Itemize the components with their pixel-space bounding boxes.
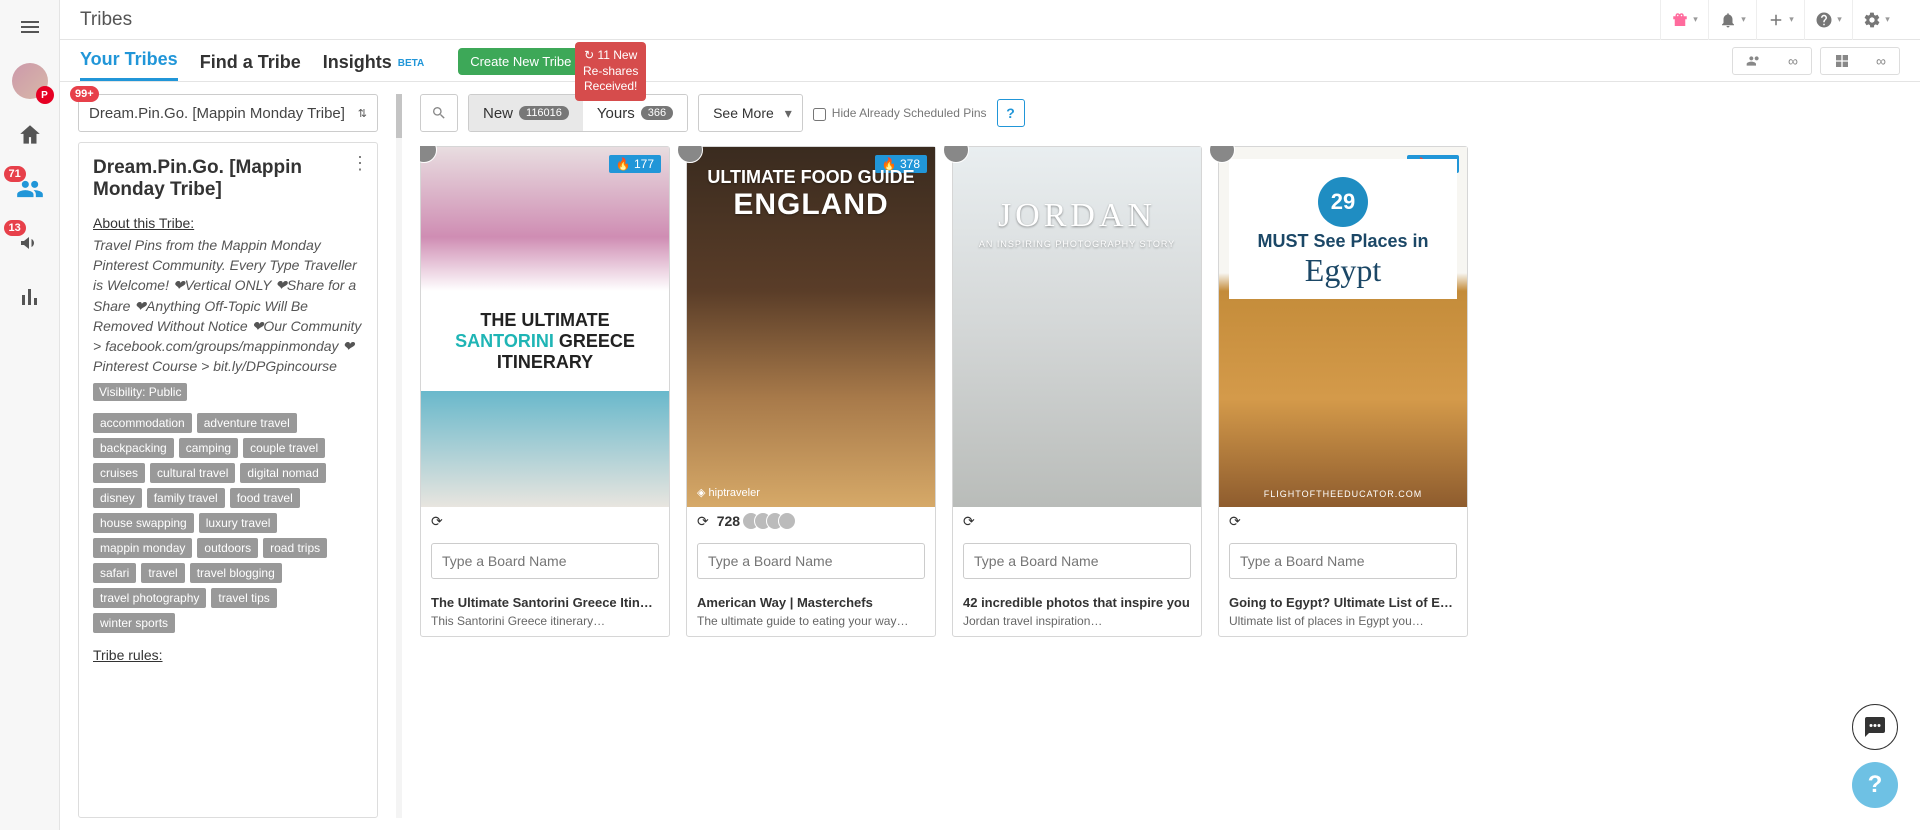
- bell-icon[interactable]: ▾: [1708, 0, 1756, 40]
- menu-icon[interactable]: [0, 6, 60, 48]
- pin-image[interactable]: 🔥 21729MUST See Places inEgyptFLIGHTOFTH…: [1219, 147, 1467, 507]
- board-name-input[interactable]: [697, 543, 925, 579]
- nav-announce[interactable]: 13: [0, 222, 60, 264]
- tag[interactable]: disney: [93, 488, 142, 508]
- tag[interactable]: backpacking: [93, 438, 174, 458]
- pin-cards: 🔥 177THE ULTIMATESANTORINI GREECEITINERA…: [420, 146, 1902, 637]
- board-name-input[interactable]: [431, 543, 659, 579]
- search-icon[interactable]: [420, 94, 458, 132]
- people-icon: [1746, 53, 1762, 69]
- tab-bar: Your Tribes Find a Tribe Insights BETA C…: [60, 40, 1920, 82]
- pin-image[interactable]: 🔥 378ULTIMATE FOOD GUIDEENGLAND◈ hiptrav…: [687, 147, 935, 507]
- scrollbar[interactable]: [396, 94, 402, 818]
- tag-list: accommodationadventure travel backpacking…: [93, 413, 363, 633]
- tag[interactable]: couple travel: [243, 438, 325, 458]
- tribes-count-badge: 71: [4, 166, 26, 182]
- board-name-input[interactable]: [1229, 543, 1457, 579]
- filter-new[interactable]: New116016: [469, 95, 583, 131]
- heat-badge: 🔥 177: [609, 155, 661, 173]
- tag[interactable]: family travel: [147, 488, 225, 508]
- pin-title: 42 incredible photos that inspire you: [963, 595, 1191, 610]
- visibility-badge: Visibility: Public: [93, 383, 187, 401]
- pin-image[interactable]: JORDANAN INSPIRING PHOTOGRAPHY STORY: [953, 147, 1201, 507]
- tribe-select[interactable]: 99+ Dream.Pin.Go. [Mappin Monday Tribe] …: [78, 94, 378, 132]
- refresh-icon: ⟳: [1229, 513, 1241, 530]
- rules-header: Tribe rules:: [93, 647, 363, 663]
- tab-insights[interactable]: Insights: [323, 52, 392, 81]
- tag[interactable]: travel: [141, 563, 184, 583]
- pin-image[interactable]: 🔥 177THE ULTIMATESANTORINI GREECEITINERA…: [421, 147, 669, 507]
- more-options-icon[interactable]: ⋮: [351, 153, 369, 174]
- tag[interactable]: cruises: [93, 463, 145, 483]
- page-title: Tribes: [80, 9, 132, 31]
- tag[interactable]: house swapping: [93, 513, 194, 533]
- about-header: About this Tribe:: [93, 215, 363, 231]
- plus-icon[interactable]: ▾: [1756, 0, 1804, 40]
- stat-shares[interactable]: ∞: [1820, 47, 1900, 75]
- gift-icon[interactable]: ▾: [1660, 0, 1708, 40]
- pin-desc: Ultimate list of places in Egypt you…: [1229, 614, 1457, 628]
- help-icon[interactable]: ▾: [1804, 0, 1852, 40]
- refresh-icon: ⟳: [963, 513, 975, 530]
- announce-count-badge: 13: [4, 220, 26, 236]
- card-stats: ⟳728: [687, 507, 935, 535]
- tag[interactable]: outdoors: [197, 538, 258, 558]
- tab-your-tribes[interactable]: Your Tribes: [80, 49, 178, 81]
- nav-tribes[interactable]: 71: [0, 168, 60, 210]
- profile-avatar[interactable]: P: [0, 60, 60, 102]
- pin-title: American Way | Masterchefs: [697, 595, 925, 610]
- stat-members[interactable]: ∞: [1732, 47, 1812, 75]
- card-stats: ⟳: [421, 507, 669, 535]
- tag[interactable]: mappin monday: [93, 538, 192, 558]
- tag[interactable]: road trips: [263, 538, 327, 558]
- board-name-input[interactable]: [963, 543, 1191, 579]
- about-text: Travel Pins from the Mappin Monday Pinte…: [93, 235, 363, 377]
- tag[interactable]: safari: [93, 563, 136, 583]
- tab-find-tribe[interactable]: Find a Tribe: [200, 52, 301, 81]
- card-stats: ⟳: [953, 507, 1201, 535]
- pin-card: JORDANAN INSPIRING PHOTOGRAPHY STORY ⟳ 42 …: [952, 146, 1202, 637]
- help-button[interactable]: ?: [997, 99, 1025, 127]
- tag[interactable]: digital nomad: [240, 463, 325, 483]
- tag[interactable]: winter sports: [93, 613, 175, 633]
- tag[interactable]: camping: [179, 438, 238, 458]
- beta-label: BETA: [398, 58, 424, 69]
- refresh-icon: ⟳: [431, 513, 443, 530]
- tag[interactable]: travel blogging: [190, 563, 282, 583]
- tag[interactable]: travel tips: [211, 588, 276, 608]
- hide-scheduled-checkbox[interactable]: Hide Already Scheduled Pins: [813, 106, 987, 121]
- gear-icon[interactable]: ▾: [1852, 0, 1900, 40]
- top-bar: Tribes ▾ ▾ ▾ ▾ ▾: [60, 0, 1920, 40]
- pin-card: 🔥 177THE ULTIMATESANTORINI GREECEITINERA…: [420, 146, 670, 637]
- pin-desc: The ultimate guide to eating your way…: [697, 614, 925, 628]
- tag[interactable]: accommodation: [93, 413, 192, 433]
- nav-home[interactable]: [0, 114, 60, 156]
- pin-title: Going to Egypt? Ultimate List of Egypt: [1229, 595, 1457, 610]
- tag[interactable]: food travel: [230, 488, 300, 508]
- pin-desc: This Santorini Greece itinerary…: [431, 614, 659, 628]
- help-fab[interactable]: ?: [1852, 762, 1898, 808]
- tribe-select-badge: 99+: [70, 86, 99, 102]
- tag[interactable]: cultural travel: [150, 463, 235, 483]
- pin-title: The Ultimate Santorini Greece Itinerary: [431, 595, 659, 610]
- tribe-title: Dream.Pin.Go. [Mappin Monday Tribe]: [93, 157, 363, 201]
- chevron-updown-icon: ⇅: [358, 107, 367, 120]
- tag[interactable]: adventure travel: [197, 413, 297, 433]
- grid-icon: [1834, 53, 1850, 69]
- create-new-tribe-button[interactable]: Create New Tribe: [458, 48, 583, 75]
- left-sidebar: P 71 13: [0, 0, 60, 830]
- pinterest-badge-icon: P: [36, 86, 54, 104]
- see-more-dropdown[interactable]: See More: [698, 94, 803, 132]
- tag[interactable]: travel photography: [93, 588, 206, 608]
- tag[interactable]: luxury travel: [199, 513, 278, 533]
- pin-card: 🔥 378ULTIMATE FOOD GUIDEENGLAND◈ hiptrav…: [686, 146, 936, 637]
- refresh-icon: ⟳: [697, 513, 709, 530]
- chat-fab[interactable]: [1852, 704, 1898, 750]
- card-stats: ⟳: [1219, 507, 1467, 535]
- reshare-toast[interactable]: ↻ 11 New Re-shares Received!: [575, 42, 646, 101]
- pin-card: 🔥 21729MUST See Places inEgyptFLIGHTOFTH…: [1218, 146, 1468, 637]
- nav-analytics[interactable]: [0, 276, 60, 318]
- tribe-info-panel: ⋮ Dream.Pin.Go. [Mappin Monday Tribe] Ab…: [78, 142, 378, 818]
- pin-desc: Jordan travel inspiration…: [963, 614, 1191, 628]
